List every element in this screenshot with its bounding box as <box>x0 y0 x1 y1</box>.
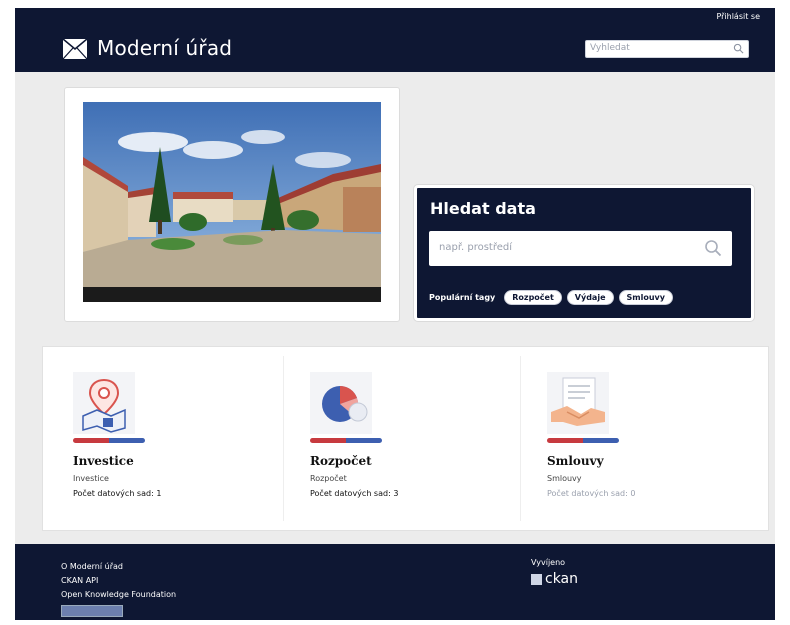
category-accent-bar <box>310 438 382 443</box>
powered-by-label: Vyvíjeno <box>531 558 566 567</box>
footer-link-about[interactable]: O Moderní úřad <box>61 560 176 574</box>
category-subtitle: Smlouvy <box>547 474 582 483</box>
category-accent-bar <box>73 438 145 443</box>
footer-link-api[interactable]: CKAN API <box>61 574 176 588</box>
data-search-placeholder: např. prostředí <box>439 242 513 253</box>
category-cards: Investice Investice Počet datových sad: … <box>42 346 769 531</box>
popular-tags-label: Populární tagy <box>429 292 496 302</box>
category-subtitle: Rozpočet <box>310 474 347 483</box>
mail-logo-icon[interactable] <box>63 39 87 59</box>
tag-smlouvy[interactable]: Smlouvy <box>618 289 673 305</box>
category-accent-bar <box>547 438 619 443</box>
tag-rozpocet[interactable]: Rozpočet <box>504 289 562 305</box>
ckan-logo-icon <box>531 573 542 585</box>
category-dataset-count: Počet datových sad: 3 <box>310 489 399 498</box>
category-card-investice[interactable]: Investice Investice Počet datových sad: … <box>51 356 284 521</box>
budget-pie-chart-icon <box>310 372 372 434</box>
data-search-heading: Hledat data <box>430 199 536 218</box>
category-card-rozpocet[interactable]: Rozpočet Rozpočet Počet datových sad: 3 <box>288 356 521 521</box>
data-search-input[interactable]: např. prostředí <box>429 231 732 266</box>
login-link[interactable]: Přihlásit se <box>716 12 760 21</box>
top-header: Přihlásit se Moderní úřad Vyhledat <box>15 8 775 72</box>
category-dataset-count: Počet datových sad: 1 <box>73 489 162 498</box>
category-title[interactable]: Rozpočet <box>310 454 372 468</box>
category-subtitle: Investice <box>73 474 109 483</box>
contract-handshake-icon <box>547 372 609 434</box>
category-title[interactable]: Smlouvy <box>547 454 604 468</box>
hero-photo-card <box>64 87 400 322</box>
page: Přihlásit se Moderní úřad Vyhledat Hleda… <box>15 8 775 620</box>
tag-vydaje[interactable]: Výdaje <box>566 289 614 305</box>
town-square-photo <box>83 102 381 302</box>
footer: O Moderní úřad CKAN API Open Knowledge F… <box>15 544 775 620</box>
search-icon[interactable] <box>704 239 722 257</box>
search-icon[interactable] <box>733 43 744 54</box>
ckan-logo[interactable]: ckan <box>531 571 578 587</box>
category-title[interactable]: Investice <box>73 454 134 468</box>
footer-link-okf[interactable]: Open Knowledge Foundation <box>61 588 176 602</box>
footer-links: O Moderní úřad CKAN API Open Knowledge F… <box>61 560 176 620</box>
site-title[interactable]: Moderní úřad <box>97 36 232 60</box>
license-badge[interactable] <box>61 605 123 617</box>
header-search-input[interactable]: Vyhledat <box>585 40 749 58</box>
popular-tags: Populární tagy Rozpočet Výdaje Smlouvy <box>429 288 673 306</box>
category-dataset-count: Počet datových sad: 0 <box>547 489 636 498</box>
category-card-smlouvy[interactable]: Smlouvy Smlouvy Počet datových sad: 0 <box>525 356 757 521</box>
investment-map-icon <box>73 372 135 434</box>
data-search-panel: Hledat data např. prostředí Populární ta… <box>414 185 754 321</box>
header-search-placeholder: Vyhledat <box>590 43 630 53</box>
ckan-logo-text: ckan <box>545 571 579 587</box>
